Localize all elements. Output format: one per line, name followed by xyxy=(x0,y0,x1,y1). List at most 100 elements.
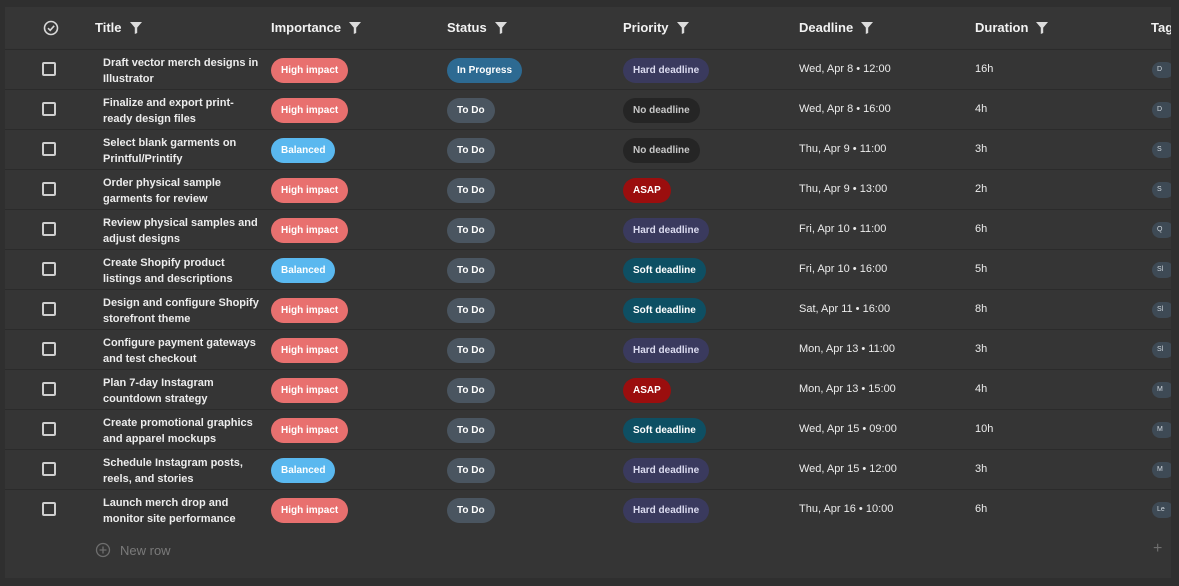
task-title[interactable]: Plan 7-day Instagram countdown strategy xyxy=(103,375,263,407)
status-badge[interactable]: To Do xyxy=(447,338,495,363)
duration-value[interactable]: 8h xyxy=(975,303,987,315)
priority-badge[interactable]: Hard deadline xyxy=(623,218,710,243)
task-title[interactable]: Design and configure Shopify storefront … xyxy=(103,295,263,327)
table-row[interactable]: Order physical sample garments for revie… xyxy=(5,169,1171,210)
importance-badge[interactable]: High impact xyxy=(271,338,349,363)
tag-chip[interactable]: M xyxy=(1152,462,1171,478)
table-row[interactable]: Design and configure Shopify storefront … xyxy=(5,289,1171,330)
table-row[interactable]: Review physical samples and adjust desig… xyxy=(5,209,1171,250)
importance-badge[interactable]: High impact xyxy=(271,298,349,323)
row-checkbox[interactable] xyxy=(42,422,56,436)
filter-icon[interactable] xyxy=(349,21,362,34)
deadline-value[interactable]: Wed, Apr 15 • 09:00 xyxy=(799,423,897,435)
task-title[interactable]: Schedule Instagram posts, reels, and sto… xyxy=(103,455,263,487)
row-checkbox[interactable] xyxy=(42,302,56,316)
plus-icon[interactable]: + xyxy=(1153,540,1162,558)
row-checkbox[interactable] xyxy=(42,222,56,236)
row-checkbox[interactable] xyxy=(42,382,56,396)
table-row[interactable]: Schedule Instagram posts, reels, and sto… xyxy=(5,449,1171,490)
priority-badge[interactable]: Soft deadline xyxy=(623,258,706,283)
status-badge[interactable]: To Do xyxy=(447,178,495,203)
importance-badge[interactable]: Balanced xyxy=(271,458,336,483)
column-header-duration[interactable]: Duration xyxy=(975,7,1049,48)
duration-value[interactable]: 16h xyxy=(975,63,993,75)
row-checkbox[interactable] xyxy=(42,182,56,196)
filter-icon[interactable] xyxy=(494,21,507,34)
table-row[interactable]: Select blank garments on Printful/Printi… xyxy=(5,129,1171,170)
task-title[interactable]: Review physical samples and adjust desig… xyxy=(103,215,263,247)
column-header-tags[interactable]: Tag xyxy=(1151,7,1171,48)
tag-chip[interactable]: D xyxy=(1152,102,1171,118)
priority-badge[interactable]: Hard deadline xyxy=(623,498,710,523)
status-badge[interactable]: To Do xyxy=(447,138,495,163)
task-title[interactable]: Draft vector merch designs in Illustrato… xyxy=(103,55,263,87)
table-row[interactable]: Plan 7-day Instagram countdown strategy H… xyxy=(5,369,1171,410)
table-row[interactable]: Create Shopify product listings and desc… xyxy=(5,249,1171,290)
deadline-value[interactable]: Wed, Apr 8 • 16:00 xyxy=(799,103,891,115)
importance-badge[interactable]: High impact xyxy=(271,58,349,83)
importance-badge[interactable]: High impact xyxy=(271,178,349,203)
status-badge[interactable]: To Do xyxy=(447,98,495,123)
duration-value[interactable]: 4h xyxy=(975,103,987,115)
new-row-button[interactable]: New row xyxy=(95,540,171,560)
row-checkbox[interactable] xyxy=(42,462,56,476)
importance-badge[interactable]: High impact xyxy=(271,218,349,243)
column-header-title[interactable]: Title xyxy=(95,7,142,48)
task-title[interactable]: Order physical sample garments for revie… xyxy=(103,175,263,207)
priority-badge[interactable]: No deadline xyxy=(623,138,700,163)
row-checkbox[interactable] xyxy=(42,342,56,356)
deadline-value[interactable]: Sat, Apr 11 • 16:00 xyxy=(799,303,890,315)
deadline-value[interactable]: Thu, Apr 9 • 11:00 xyxy=(799,143,886,155)
check-circle-icon[interactable] xyxy=(43,20,59,36)
tag-chip[interactable]: Sl xyxy=(1152,262,1171,278)
table-row[interactable]: Draft vector merch designs in Illustrato… xyxy=(5,49,1171,90)
tag-chip[interactable]: M xyxy=(1152,382,1171,398)
filter-icon[interactable] xyxy=(861,21,874,34)
status-badge[interactable]: To Do xyxy=(447,378,495,403)
row-checkbox[interactable] xyxy=(42,62,56,76)
tag-chip[interactable]: M xyxy=(1152,422,1171,438)
deadline-value[interactable]: Wed, Apr 8 • 12:00 xyxy=(799,63,891,75)
row-checkbox[interactable] xyxy=(42,102,56,116)
tag-chip[interactable]: D xyxy=(1152,62,1171,78)
deadline-value[interactable]: Fri, Apr 10 • 16:00 xyxy=(799,263,887,275)
importance-badge[interactable]: High impact xyxy=(271,418,349,443)
filter-icon[interactable] xyxy=(129,21,142,34)
importance-badge[interactable]: High impact xyxy=(271,498,349,523)
column-header-priority[interactable]: Priority xyxy=(623,7,689,48)
task-title[interactable]: Configure payment gateways and test chec… xyxy=(103,335,263,367)
task-title[interactable]: Select blank garments on Printful/Printi… xyxy=(103,135,263,167)
importance-badge[interactable]: Balanced xyxy=(271,138,336,163)
row-checkbox[interactable] xyxy=(42,262,56,276)
priority-badge[interactable]: ASAP xyxy=(623,378,671,403)
tag-chip[interactable]: S xyxy=(1152,182,1171,198)
priority-badge[interactable]: Soft deadline xyxy=(623,298,706,323)
status-badge[interactable]: To Do xyxy=(447,458,495,483)
deadline-value[interactable]: Thu, Apr 16 • 10:00 xyxy=(799,503,893,515)
priority-badge[interactable]: Hard deadline xyxy=(623,338,710,363)
column-header-importance[interactable]: Importance xyxy=(271,7,362,48)
duration-value[interactable]: 3h xyxy=(975,463,987,475)
deadline-value[interactable]: Fri, Apr 10 • 11:00 xyxy=(799,223,886,235)
duration-value[interactable]: 3h xyxy=(975,343,987,355)
deadline-value[interactable]: Mon, Apr 13 • 11:00 xyxy=(799,343,895,355)
status-badge[interactable]: To Do xyxy=(447,498,495,523)
table-row[interactable]: Launch merch drop and monitor site perfo… xyxy=(5,489,1171,530)
row-checkbox[interactable] xyxy=(42,142,56,156)
duration-value[interactable]: 2h xyxy=(975,183,987,195)
importance-badge[interactable]: High impact xyxy=(271,378,349,403)
importance-badge[interactable]: High impact xyxy=(271,98,349,123)
status-badge[interactable]: In Progress xyxy=(447,58,523,83)
priority-badge[interactable]: ASAP xyxy=(623,178,671,203)
column-header-status[interactable]: Status xyxy=(447,7,507,48)
status-badge[interactable]: To Do xyxy=(447,298,495,323)
duration-value[interactable]: 6h xyxy=(975,223,987,235)
table-row[interactable]: Finalize and export print-ready design f… xyxy=(5,89,1171,130)
column-header-deadline[interactable]: Deadline xyxy=(799,7,874,48)
status-badge[interactable]: To Do xyxy=(447,418,495,443)
tag-chip[interactable]: Q xyxy=(1152,222,1171,238)
task-title[interactable]: Launch merch drop and monitor site perfo… xyxy=(103,495,263,527)
duration-value[interactable]: 6h xyxy=(975,503,987,515)
deadline-value[interactable]: Thu, Apr 9 • 13:00 xyxy=(799,183,887,195)
duration-value[interactable]: 5h xyxy=(975,263,987,275)
